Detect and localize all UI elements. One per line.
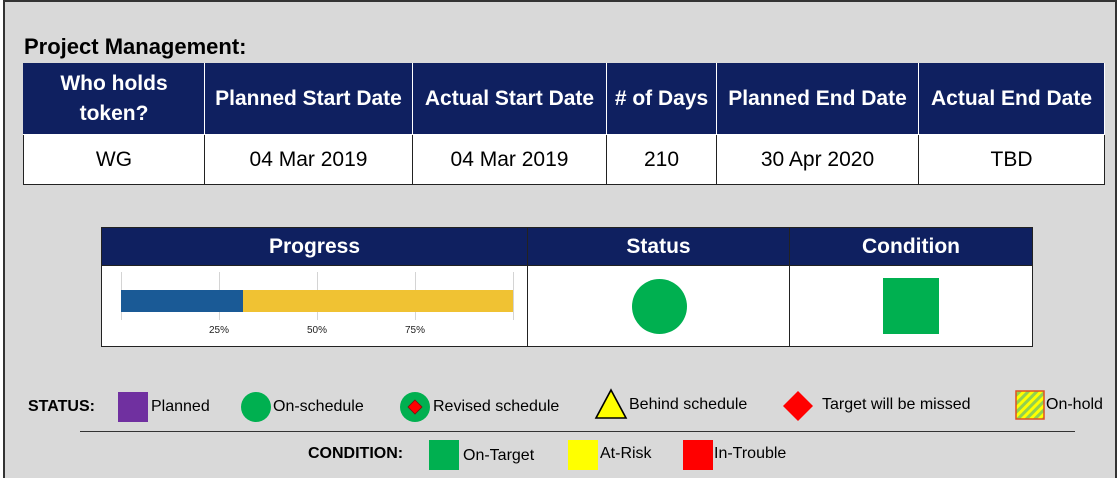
cell-planned-end: 30 Apr 2020 [716,134,919,185]
table-row: WG 04 Mar 2019 04 Mar 2019 210 30 Apr 20… [23,134,1105,185]
legend-label-at-risk: At-Risk [600,445,652,462]
condition-legend-heading: CONDITION: [308,445,404,462]
purple-square-icon [118,392,148,422]
progress-track [121,290,513,312]
col-header-planned-start: Planned Start Date [204,63,413,135]
progress-chart: 25% 50% 75% [121,272,514,342]
project-table: Who holds token? Planned Start Date Actu… [23,63,1105,185]
project-panel: Project Management: Who holds token? Pla… [3,0,1117,478]
progress-tick-label: 25% [208,325,230,336]
progress-tick-label: 75% [404,325,426,336]
progress-header: Progress [101,227,528,266]
cell-token: WG [23,134,205,185]
legend-label-behind: Behind schedule [629,396,748,413]
yellow-triangle-icon [594,388,628,419]
cell-actual-end: TBD [918,134,1105,185]
green-circle-icon [241,392,271,422]
progress-cell: 25% 50% 75% [101,265,528,347]
legend-label-revised: Revised schedule [433,398,560,415]
col-header-actual-start: Actual Start Date [412,63,607,135]
cell-planned-start: 04 Mar 2019 [204,134,413,185]
red-diamond-icon [783,391,813,421]
gridline [513,272,514,320]
green-circle-red-diamond-icon [400,392,430,422]
red-square-icon [683,440,713,470]
legend-divider [80,431,1075,432]
condition-header: Condition [789,227,1033,266]
cell-actual-start: 04 Mar 2019 [412,134,607,185]
status-header: Status [527,227,790,266]
col-header-days: # of Days [606,63,717,135]
condition-cell [789,265,1033,347]
status-legend-heading: STATUS: [28,398,95,415]
legend-label-in-trouble: In-Trouble [714,445,787,462]
status-cell [527,265,790,347]
progress-fill [121,290,243,312]
progress-tick-label: 50% [306,325,328,336]
summary-table: Progress Status Condition 25% 50% 75% [101,227,1033,347]
hatched-square-icon [1015,390,1045,420]
green-circle-icon [631,279,687,334]
legend-label-on-schedule: On-schedule [273,398,364,415]
legend-label-on-target: On-Target [463,447,535,464]
legend-label-on-hold: On-hold [1046,396,1103,413]
page-title: Project Management: [24,34,247,59]
table-header-row: Who holds token? Planned Start Date Actu… [23,63,1105,135]
green-square-icon [429,440,459,470]
green-square-icon [883,278,939,334]
col-header-token: Who holds token? [23,63,205,135]
legend-label-target-missed: Target will be missed [822,396,971,413]
col-header-planned-end: Planned End Date [716,63,919,135]
col-header-actual-end: Actual End Date [918,63,1105,135]
yellow-square-icon [568,440,598,470]
cell-days: 210 [606,134,717,185]
legend-label-planned: Planned [151,398,210,415]
